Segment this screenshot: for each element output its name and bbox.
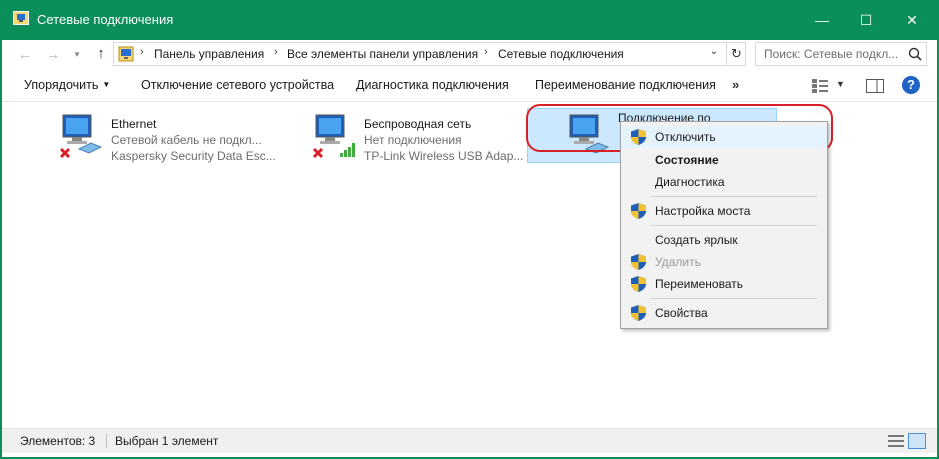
organize-label: Упорядочить bbox=[24, 78, 99, 92]
menu-item-label: Настройка моста bbox=[655, 204, 751, 218]
breadcrumb-separator-icon[interactable]: › bbox=[484, 46, 488, 58]
menu-item-bridge[interactable]: Настройка моста bbox=[621, 200, 827, 222]
items-count: Элементов: 3 bbox=[20, 434, 96, 448]
menu-separator bbox=[651, 298, 817, 299]
window-title: Сетевые подключения bbox=[37, 12, 174, 27]
uac-shield-icon bbox=[631, 276, 646, 292]
breadcrumb-separator-icon[interactable]: › bbox=[274, 46, 278, 58]
details-view-icon[interactable] bbox=[888, 434, 904, 448]
address-bar[interactable]: › Панель управления › Все элементы панел… bbox=[113, 42, 746, 66]
chevron-down-icon: ▼ bbox=[102, 80, 111, 89]
search-input[interactable]: Поиск: Сетевые подкл... bbox=[755, 42, 927, 66]
uac-shield-icon bbox=[631, 129, 646, 145]
connection-adapter: TP-Link Wireless USB Adap... bbox=[364, 149, 524, 163]
diagnose-button[interactable]: Диагностика подключения bbox=[356, 78, 509, 92]
back-button[interactable]: ← bbox=[16, 45, 34, 63]
menu-item-create-shortcut[interactable]: Создать ярлык bbox=[621, 229, 827, 251]
breadcrumb-network-connections[interactable]: Сетевые подключения bbox=[498, 47, 624, 61]
connection-status: Сетевой кабель не подкл... bbox=[111, 133, 262, 147]
selected-count: Выбран 1 элемент bbox=[115, 434, 219, 448]
menu-item-rename[interactable]: Переименовать bbox=[621, 273, 827, 295]
menu-separator bbox=[651, 225, 817, 226]
menu-item-label: Удалить bbox=[655, 255, 701, 269]
command-bar: Упорядочить ▼ Отключение сетевого устройс… bbox=[2, 70, 937, 102]
network-folder-icon bbox=[13, 11, 29, 25]
connection-ethernet[interactable]: Ethernet Сетевой кабель не подкл... Kasp… bbox=[57, 109, 277, 165]
view-options-chevron-icon[interactable]: ▼ bbox=[836, 79, 845, 89]
uac-shield-icon bbox=[631, 254, 646, 270]
rename-button[interactable]: Переименование подключения bbox=[535, 78, 716, 92]
menu-item-delete: Удалить bbox=[621, 251, 827, 273]
organize-menu-button[interactable]: Упорядочить ▼ bbox=[24, 78, 110, 92]
menu-item-label: Состояние bbox=[655, 153, 719, 167]
wireless-disconnected-icon bbox=[312, 114, 355, 159]
uac-shield-icon bbox=[631, 305, 646, 321]
change-view-icon[interactable] bbox=[811, 78, 829, 94]
tiles-view-icon[interactable] bbox=[908, 433, 926, 449]
menu-separator bbox=[651, 196, 817, 197]
status-separator bbox=[106, 434, 107, 448]
ethernet-disconnected-icon bbox=[59, 114, 103, 159]
connection-name: Беспроводная сеть bbox=[364, 117, 472, 131]
menu-item-label: Переименовать bbox=[655, 277, 743, 291]
connection-wireless[interactable]: Беспроводная сеть Нет подключения TP-Lin… bbox=[310, 109, 525, 165]
menu-item-status[interactable]: Состояние bbox=[621, 149, 827, 171]
more-commands-button[interactable]: » bbox=[732, 77, 739, 92]
connection-adapter: Kaspersky Security Data Esc... bbox=[111, 149, 276, 163]
maximize-button[interactable]: ☐ bbox=[843, 0, 889, 40]
menu-item-disable[interactable]: Отключить bbox=[621, 126, 827, 148]
search-icon[interactable] bbox=[907, 46, 923, 62]
address-dropdown-chevron-icon[interactable]: ⌄ bbox=[706, 46, 722, 57]
recent-locations-chevron-icon[interactable]: ▾ bbox=[68, 45, 86, 63]
control-panel-icon bbox=[118, 46, 134, 62]
title-bar: Сетевые подключения — ☐ ✕ bbox=[0, 0, 939, 40]
connection-status: Нет подключения bbox=[364, 133, 462, 147]
context-menu: Отключить Состояние Диагностика Настройк… bbox=[620, 121, 828, 329]
status-bar: Элементов: 3 Выбран 1 элемент bbox=[2, 428, 937, 453]
menu-item-label: Свойства bbox=[655, 306, 708, 320]
menu-item-label: Создать ярлык bbox=[655, 233, 738, 247]
preview-pane-icon[interactable] bbox=[866, 79, 884, 93]
address-row: ← → ▾ ↑ › Панель управления › Все элемен… bbox=[2, 40, 937, 68]
menu-item-label: Диагностика bbox=[655, 175, 725, 189]
help-icon[interactable]: ? bbox=[902, 76, 920, 94]
breadcrumb-control-panel[interactable]: Панель управления bbox=[154, 47, 264, 61]
minimize-button[interactable]: — bbox=[799, 0, 845, 40]
forward-button[interactable]: → bbox=[44, 45, 62, 63]
breadcrumb-all-items[interactable]: Все элементы панели управления bbox=[287, 47, 478, 61]
menu-item-properties[interactable]: Свойства bbox=[621, 302, 827, 324]
search-placeholder: Поиск: Сетевые подкл... bbox=[764, 47, 899, 61]
refresh-icon[interactable]: ↻ bbox=[726, 43, 746, 65]
disable-device-button[interactable]: Отключение сетевого устройства bbox=[141, 78, 334, 92]
close-button[interactable]: ✕ bbox=[889, 0, 935, 40]
uac-shield-icon bbox=[631, 203, 646, 219]
up-button[interactable]: ↑ bbox=[92, 45, 110, 63]
connection-name: Ethernet bbox=[111, 117, 157, 131]
breadcrumb-separator-icon[interactable]: › bbox=[140, 46, 144, 58]
menu-item-label: Отключить bbox=[655, 130, 716, 144]
menu-item-diagnostics[interactable]: Диагностика bbox=[621, 171, 827, 193]
